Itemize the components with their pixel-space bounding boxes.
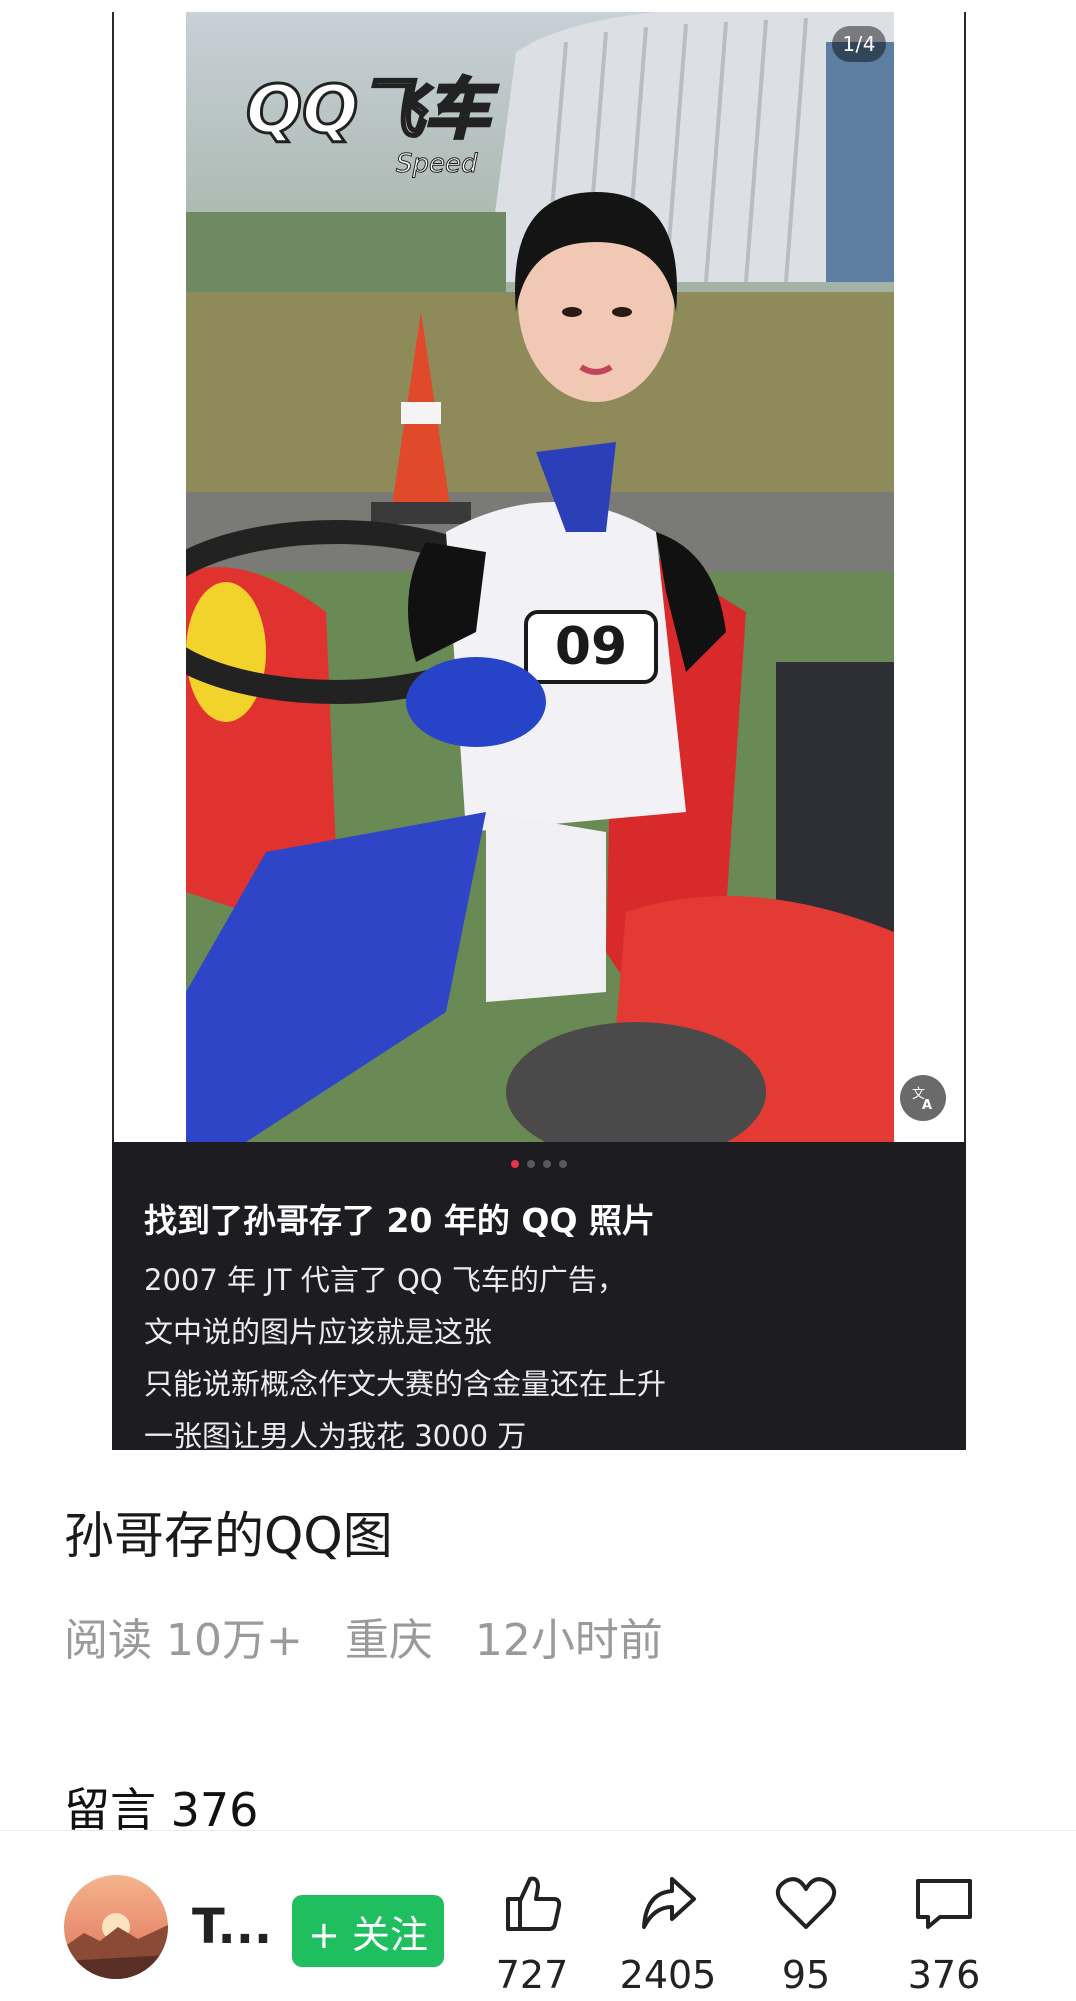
svg-text:09: 09 xyxy=(555,617,627,677)
carousel-dot[interactable] xyxy=(543,1160,551,1168)
translate-icon: 文 A xyxy=(912,1087,932,1112)
caption-title: 找到了孙哥存了 20 年的 QQ 照片 xyxy=(144,1201,655,1240)
caption-panel: 找到了孙哥存了 20 年的 QQ 照片 2007 年 JT 代言了 QQ 飞车的… xyxy=(112,1142,966,1453)
share-icon xyxy=(642,1877,696,1929)
article-meta: 阅读 10万+ 重庆 12小时前 xyxy=(64,1604,691,1668)
post-photo[interactable]: 09 QQ飞车 Speed 1/4 xyxy=(186,12,894,1142)
favorite-count: 95 xyxy=(781,1953,831,1997)
bottom-action-bar: T... + 关注 727 2405 95 376 xyxy=(0,1830,1076,2001)
like-count: 727 xyxy=(495,1953,569,1997)
caption-line: 2007 年 JT 代言了 QQ 飞车的广告， xyxy=(144,1263,626,1297)
svg-text:Speed: Speed xyxy=(396,149,478,179)
article-title: 孙哥存的QQ图 xyxy=(64,1507,393,1565)
follow-button[interactable]: + 关注 xyxy=(292,1895,444,1967)
like-button[interactable]: 727 xyxy=(472,1861,592,1997)
heart-icon xyxy=(775,1877,837,1929)
author-name[interactable]: T... xyxy=(192,1899,272,1955)
svg-text:QQ飞车: QQ飞车 xyxy=(246,71,498,148)
svg-text:A: A xyxy=(922,1098,932,1112)
location: 重庆 xyxy=(344,1615,433,1666)
caption-line: 只能说新概念作文大赛的含金量还在上升 xyxy=(144,1367,667,1401)
caption-line: 文中说的图片应该就是这张 xyxy=(144,1315,493,1349)
share-button[interactable]: 2405 xyxy=(608,1861,728,1997)
comment-button[interactable]: 376 xyxy=(884,1861,1004,1997)
caption-text: 2007 年 JT 代言了 QQ 飞车的广告， 文中说的图片应该就是这张 只能说… xyxy=(144,1254,666,1462)
carousel-dot[interactable] xyxy=(511,1160,519,1168)
photo-illustration: 09 QQ飞车 Speed xyxy=(186,12,894,1142)
favorite-button[interactable]: 95 xyxy=(746,1861,866,1997)
carousel-dot[interactable] xyxy=(559,1160,567,1168)
caption-line: 一张图让男人为我花 3000 万 xyxy=(144,1419,527,1453)
comment-count: 376 xyxy=(907,1953,981,1997)
avatar-image xyxy=(64,1875,168,1979)
post-time: 12小时前 xyxy=(474,1615,663,1666)
like-icon xyxy=(506,1876,562,1931)
read-count: 阅读 10万+ xyxy=(64,1615,303,1666)
comment-icon xyxy=(916,1879,972,1929)
carousel-dot[interactable] xyxy=(527,1160,535,1168)
translate-button[interactable]: 文 A xyxy=(900,1075,946,1121)
avatar[interactable] xyxy=(64,1875,168,1979)
carousel-dots[interactable] xyxy=(112,1160,966,1168)
share-count: 2405 xyxy=(619,1953,717,1997)
page-counter: 1/4 xyxy=(832,26,886,62)
